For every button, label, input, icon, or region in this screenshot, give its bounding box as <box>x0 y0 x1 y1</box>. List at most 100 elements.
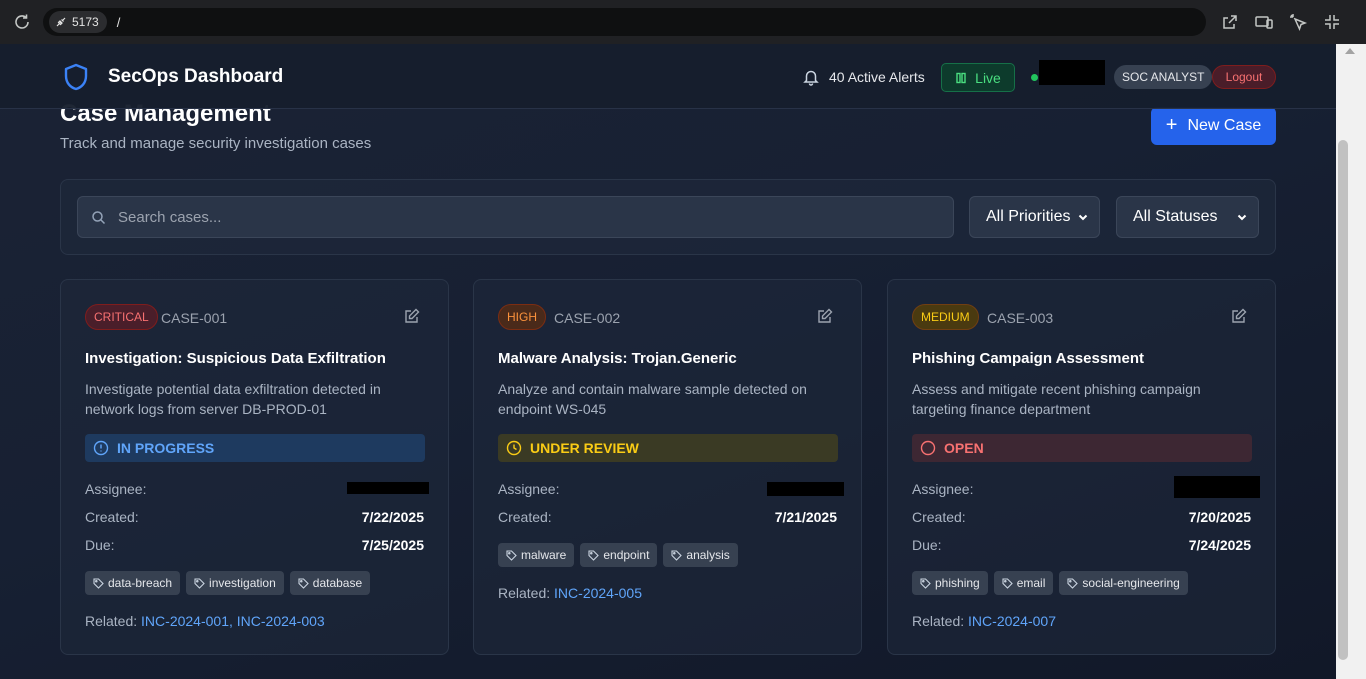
tag[interactable]: phishing <box>912 571 988 595</box>
status-indicator: IN PROGRESS <box>85 434 425 462</box>
due-label: Due: <box>85 537 115 553</box>
related-incident-link[interactable]: INC-2024-001, INC-2024-003 <box>141 613 325 629</box>
site-info-chip[interactable]: 5173 <box>49 11 107 33</box>
minimize-icon[interactable] <box>1322 12 1342 32</box>
status-indicator: OPEN <box>912 434 1252 462</box>
address-bar[interactable]: 5173 / <box>43 8 1206 36</box>
case-title[interactable]: Phishing Campaign Assessment <box>912 350 1144 367</box>
priority-filter-select[interactable]: All Priorities <box>969 196 1100 238</box>
browser-toolbar: 5173 / <box>0 0 1366 44</box>
case-description: Investigate potential data exfiltration … <box>85 381 381 417</box>
search-input[interactable] <box>118 208 918 226</box>
assignee-label: Assignee: <box>85 481 147 497</box>
tag-icon <box>194 577 205 589</box>
status-text: IN PROGRESS <box>117 440 215 456</box>
case-title[interactable]: Malware Analysis: Trojan.Generic <box>498 350 737 367</box>
status-text: UNDER REVIEW <box>530 440 639 456</box>
assignee-redacted <box>347 482 429 494</box>
tag[interactable]: database <box>289 571 371 595</box>
priority-badge: MEDIUM <box>912 304 979 330</box>
assignee-redacted <box>767 482 844 496</box>
unplug-icon <box>56 17 66 27</box>
case-card[interactable]: MEDIUM CASE-003 Phishing Campaign Assess… <box>887 279 1276 655</box>
logout-button[interactable]: Logout <box>1212 65 1276 89</box>
page-subtitle: Track and manage security investigation … <box>60 135 372 152</box>
chevron-down-icon <box>1078 214 1088 221</box>
vertical-scrollbar[interactable] <box>1336 44 1366 679</box>
port-text: 5173 <box>72 15 99 29</box>
app-viewport: SecOps Dashboard 40 Active Alerts Live S… <box>0 44 1336 679</box>
url-path: / <box>116 14 121 30</box>
case-id: CASE-002 <box>554 310 621 326</box>
case-card[interactable]: CRITICAL CASE-001 Investigation: Suspici… <box>60 279 449 655</box>
tag-icon <box>1067 577 1079 589</box>
search-icon <box>92 210 106 224</box>
active-alerts-count[interactable]: 40 Active Alerts <box>829 69 925 85</box>
tag[interactable]: email <box>993 571 1054 595</box>
clock-icon <box>506 440 522 456</box>
plus-icon: + <box>1165 114 1178 136</box>
online-status-dot <box>1031 74 1038 81</box>
created-label: Created: <box>498 509 552 525</box>
reload-icon[interactable] <box>12 12 32 32</box>
cursor-click-icon[interactable] <box>1288 12 1308 32</box>
devices-icon[interactable] <box>1254 12 1274 32</box>
related-incident-link[interactable]: INC-2024-005 <box>554 585 642 601</box>
edit-icon[interactable] <box>817 308 833 324</box>
scroll-thumb[interactable] <box>1338 140 1348 660</box>
status-filter-select[interactable]: All Statuses <box>1116 196 1259 238</box>
case-id: CASE-001 <box>161 310 228 326</box>
tag-list: malware endpoint analysis <box>498 543 738 567</box>
case-description: Assess and mitigate recent phishing camp… <box>912 381 1201 417</box>
tag[interactable]: endpoint <box>580 543 658 567</box>
live-toggle-button[interactable]: Live <box>941 63 1015 92</box>
due-label: Due: <box>912 537 942 553</box>
case-card[interactable]: HIGH CASE-002 Malware Analysis: Trojan.G… <box>473 279 862 655</box>
priority-badge: CRITICAL <box>85 304 158 330</box>
created-date: 7/22/2025 <box>361 509 424 525</box>
tag-list: data-breach investigation database <box>85 571 371 595</box>
tag[interactable]: malware <box>498 543 575 567</box>
related-incidents: Related: INC-2024-005 <box>498 585 642 601</box>
search-box[interactable] <box>77 196 954 238</box>
case-id: CASE-003 <box>987 310 1054 326</box>
case-description: Analyze and contain malware sample detec… <box>498 381 807 417</box>
tag[interactable]: analysis <box>663 543 738 567</box>
top-navbar: SecOps Dashboard 40 Active Alerts Live S… <box>0 44 1336 109</box>
role-badge: SOC ANALYST <box>1114 65 1213 89</box>
tag[interactable]: investigation <box>186 571 284 595</box>
new-case-button[interactable]: + New Case <box>1151 107 1276 145</box>
created-label: Created: <box>912 509 966 525</box>
tag-icon <box>920 577 931 589</box>
filter-panel: All Priorities All Statuses <box>60 179 1276 255</box>
status-indicator: UNDER REVIEW <box>498 434 838 462</box>
live-label: Live <box>975 69 1001 86</box>
tag-icon <box>1002 577 1013 589</box>
tag-list: phishing email social-engineering <box>912 571 1188 595</box>
edit-icon[interactable] <box>1231 308 1247 324</box>
tag-icon <box>506 549 517 561</box>
alert-circle-icon <box>93 440 109 456</box>
case-title[interactable]: Investigation: Suspicious Data Exfiltrat… <box>85 350 386 367</box>
scroll-up-arrow-icon[interactable] <box>1345 48 1355 54</box>
assignee-redacted <box>1174 476 1260 498</box>
new-case-label: New Case <box>1187 117 1262 134</box>
assignee-label: Assignee: <box>912 481 974 497</box>
circle-icon <box>920 440 936 456</box>
tag-icon <box>588 549 600 561</box>
username-redacted <box>1039 60 1105 85</box>
tag-icon <box>671 549 683 561</box>
bell-icon[interactable] <box>802 68 820 86</box>
tag[interactable]: data-breach <box>85 571 181 595</box>
chevron-down-icon <box>1237 214 1247 221</box>
created-date: 7/21/2025 <box>774 509 837 525</box>
open-external-icon[interactable] <box>1220 12 1240 32</box>
related-incidents: Related: INC-2024-001, INC-2024-003 <box>85 613 325 629</box>
edit-icon[interactable] <box>404 308 420 324</box>
related-incident-link[interactable]: INC-2024-007 <box>968 613 1056 629</box>
pause-icon <box>956 72 966 83</box>
status-filter-value: All Statuses <box>1133 208 1218 225</box>
status-text: OPEN <box>944 440 984 456</box>
priority-badge: HIGH <box>498 304 546 330</box>
tag[interactable]: social-engineering <box>1059 571 1188 595</box>
